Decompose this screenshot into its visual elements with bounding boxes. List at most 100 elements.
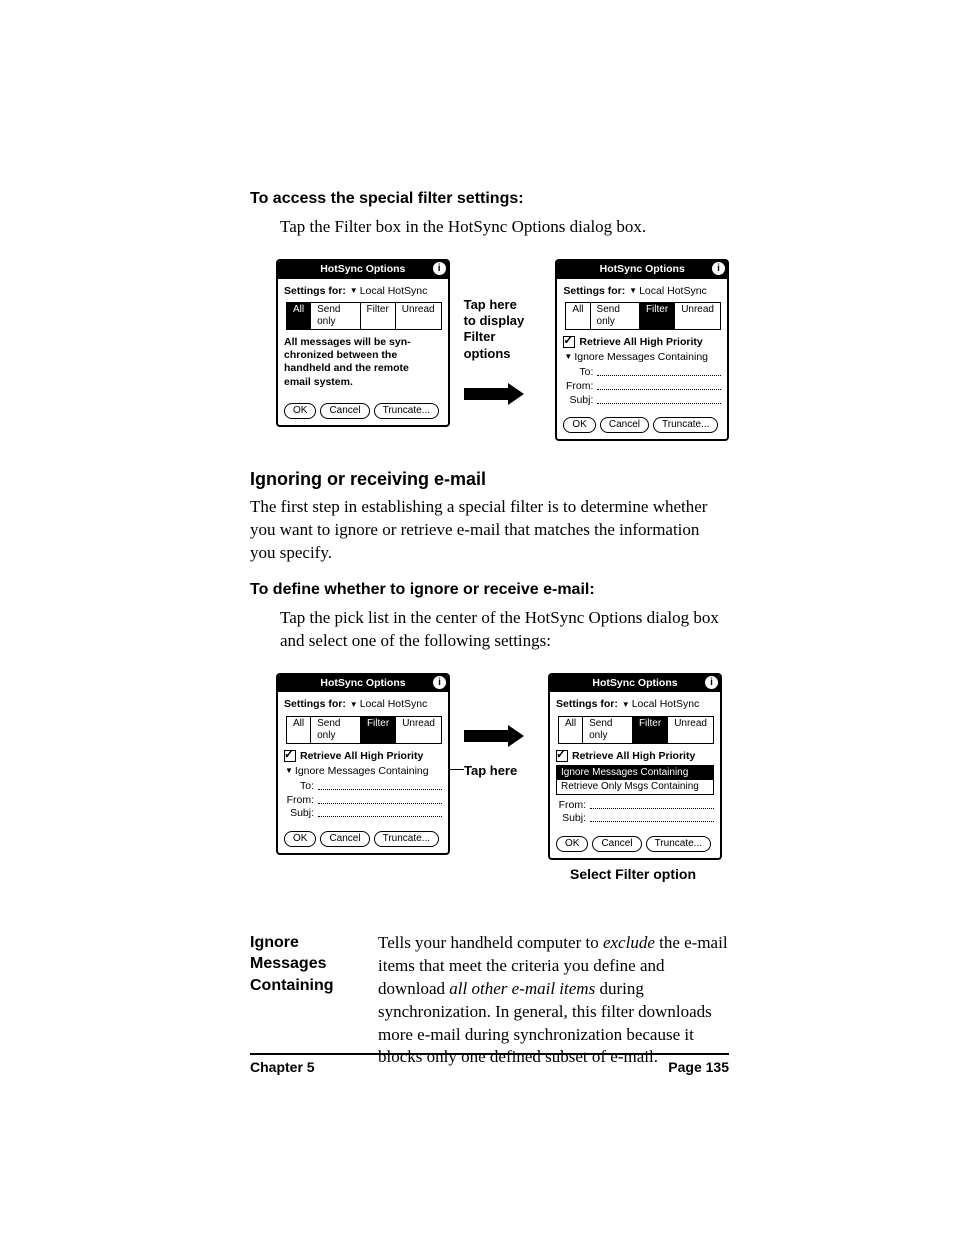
popup-option-ignore[interactable]: Ignore Messages Containing [557, 766, 713, 780]
subj-field[interactable] [318, 807, 442, 817]
settings-for-value[interactable]: Local HotSync [639, 285, 707, 297]
retrieve-high-priority-checkbox[interactable]: Retrieve All High Priority [556, 750, 714, 763]
tab-group: All Send only Filter Unread [286, 716, 442, 744]
ok-button[interactable]: OK [284, 831, 316, 847]
cancel-button[interactable]: Cancel [320, 403, 369, 419]
info-icon[interactable]: i [433, 262, 446, 275]
chevron-down-icon[interactable]: ▼ [285, 766, 293, 776]
annotation-line: Tap here [464, 297, 542, 313]
tab-all[interactable]: All [287, 303, 311, 329]
subj-field[interactable] [590, 812, 714, 822]
settings-for-line: Settings for: ▼Local HotSync [284, 285, 442, 298]
truncate-button[interactable]: Truncate... [653, 417, 718, 433]
info-icon[interactable]: i [705, 676, 718, 689]
palm-title: HotSync Options [320, 263, 405, 275]
to-field[interactable] [318, 780, 442, 790]
subj-label: Subj: [284, 807, 314, 820]
info-icon[interactable]: i [712, 262, 725, 275]
to-field[interactable] [597, 366, 721, 376]
definition-term: Ignore Messages Containing [250, 932, 350, 1070]
settings-for-value[interactable]: Local HotSync [632, 698, 700, 710]
palm-screen-filter: HotSync Options i Settings for: ▼Local H… [555, 259, 729, 441]
palm-screen-all: HotSync Options i Settings for: ▼Local H… [276, 259, 450, 427]
chevron-down-icon[interactable]: ▼ [350, 700, 358, 710]
palm-titlebar: HotSync Options i [550, 675, 720, 693]
footer-page: Page 135 [668, 1059, 729, 1075]
settings-for-value[interactable]: Local HotSync [360, 285, 428, 297]
cancel-button[interactable]: Cancel [320, 831, 369, 847]
truncate-button[interactable]: Truncate... [374, 831, 439, 847]
retrieve-high-priority-checkbox[interactable]: Retrieve All High Priority [284, 750, 442, 763]
settings-for-value[interactable]: Local HotSync [360, 698, 428, 710]
ignore-picklist[interactable]: ▼Ignore Messages Containing [284, 765, 442, 778]
tab-filter[interactable]: Filter [361, 717, 396, 743]
def-italic: all other e-mail items [449, 979, 595, 998]
tab-unread[interactable]: Unread [675, 303, 720, 329]
subj-field[interactable] [597, 394, 721, 404]
connector-line [450, 769, 464, 771]
section-heading: Ignoring or receiving e-mail [250, 469, 729, 490]
picklist-value: Ignore Messages Containing [295, 765, 429, 777]
arrow-right-icon [464, 386, 524, 402]
def-italic: exclude [603, 933, 655, 952]
palm-titlebar: HotSync Options i [278, 675, 448, 693]
tab-send-only[interactable]: Send only [311, 717, 361, 743]
tab-unread[interactable]: Unread [668, 717, 713, 743]
chevron-down-icon[interactable]: ▼ [350, 286, 358, 296]
figure-row-2: HotSync Options i Settings for: ▼Local H… [276, 673, 729, 860]
tab-filter[interactable]: Filter [633, 717, 668, 743]
truncate-button[interactable]: Truncate... [374, 403, 439, 419]
tab-all[interactable]: All [559, 717, 583, 743]
arrow-right-icon [464, 728, 524, 744]
chevron-down-icon[interactable]: ▼ [629, 286, 637, 296]
settings-for-line: Settings for: ▼Local HotSync [556, 698, 714, 711]
ok-button[interactable]: OK [563, 417, 595, 433]
cancel-button[interactable]: Cancel [592, 836, 641, 852]
from-field[interactable] [590, 799, 714, 809]
chevron-down-icon[interactable]: ▼ [564, 352, 572, 362]
settings-for-line: Settings for: ▼Local HotSync [563, 285, 721, 298]
step-text-2: Tap the pick list in the center of the H… [280, 607, 729, 653]
filter-popup-list[interactable]: Ignore Messages Containing Retrieve Only… [556, 765, 714, 795]
retrieve-label: Retrieve All High Priority [579, 336, 702, 348]
checkbox-checked-icon[interactable] [563, 336, 575, 348]
tab-unread[interactable]: Unread [396, 717, 441, 743]
palm-screen-filter-closed: HotSync Options i Settings for: ▼Local H… [276, 673, 450, 855]
footer-chapter: Chapter 5 [250, 1059, 315, 1075]
checkbox-checked-icon[interactable] [556, 750, 568, 762]
ignore-picklist[interactable]: ▼Ignore Messages Containing [563, 351, 721, 364]
tab-all[interactable]: All [287, 717, 311, 743]
settings-for-label: Settings for: [556, 698, 618, 710]
truncate-button[interactable]: Truncate... [646, 836, 711, 852]
settings-for-line: Settings for: ▼Local HotSync [284, 698, 442, 711]
settings-for-label: Settings for: [284, 698, 346, 710]
settings-for-label: Settings for: [284, 285, 346, 297]
tab-unread[interactable]: Unread [396, 303, 441, 329]
tab-send-only[interactable]: Send only [591, 303, 640, 329]
procedure-heading-1: To access the special filter settings: [250, 190, 729, 208]
figure-annotation-2: Tap here [464, 673, 534, 763]
info-icon[interactable]: i [433, 676, 446, 689]
tab-all[interactable]: All [566, 303, 590, 329]
from-field[interactable] [318, 794, 442, 804]
tab-send-only[interactable]: Send only [311, 303, 360, 329]
tab-send-only[interactable]: Send only [583, 717, 633, 743]
tab-filter[interactable]: Filter [361, 303, 396, 329]
ok-button[interactable]: OK [284, 403, 316, 419]
settings-for-label: Settings for: [563, 285, 625, 297]
popup-option-retrieve[interactable]: Retrieve Only Msgs Containing [557, 780, 713, 794]
retrieve-high-priority-checkbox[interactable]: Retrieve All High Priority [563, 336, 721, 349]
subj-label: Subj: [563, 394, 593, 407]
cancel-button[interactable]: Cancel [600, 417, 649, 433]
tab-filter[interactable]: Filter [640, 303, 675, 329]
palm-title: HotSync Options [320, 677, 405, 689]
subj-label: Subj: [556, 812, 586, 825]
definition-row: Ignore Messages Containing Tells your ha… [250, 932, 729, 1070]
checkbox-checked-icon[interactable] [284, 750, 296, 762]
ok-button[interactable]: OK [556, 836, 588, 852]
from-field[interactable] [597, 380, 721, 390]
chevron-down-icon[interactable]: ▼ [622, 700, 630, 710]
palm-titlebar: HotSync Options i [278, 261, 448, 279]
figure-caption: Select Filter option [250, 866, 729, 882]
annotation-line: to display [464, 313, 542, 329]
